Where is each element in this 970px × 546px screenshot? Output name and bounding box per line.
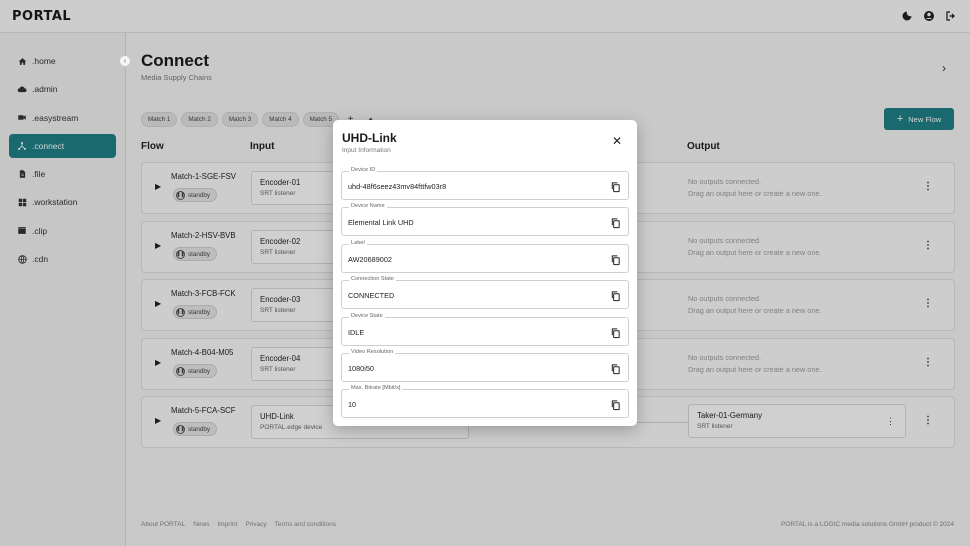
copy-icon[interactable] (610, 180, 622, 193)
field-label: Label (349, 240, 367, 246)
field-label: Max. Bitrate [Mbit/s] (349, 385, 403, 391)
field-value: Elemental Link UHD (348, 218, 414, 227)
field-label: Device State (349, 313, 385, 319)
field-value: AW20689002 (348, 255, 392, 264)
device-id-field[interactable]: Device ID uhd-48f6seez43mv84fttfw03r8 (341, 167, 629, 200)
field-value: CONNECTED (348, 291, 395, 300)
input-info-dialog: UHD-Link Input Information ✕ Device ID u… (333, 120, 637, 426)
video-resolution-field[interactable]: Video Resolution 1080i50 (341, 349, 629, 382)
copy-icon[interactable] (610, 398, 622, 411)
field-value: IDLE (348, 328, 365, 337)
field-label: Device ID (349, 167, 378, 173)
copy-icon[interactable] (610, 362, 622, 375)
field-value: 10 (348, 400, 357, 409)
copy-icon[interactable] (610, 289, 622, 302)
copy-icon[interactable] (610, 216, 622, 229)
field-label: Device Name (349, 203, 387, 209)
field-label: Video Resolution (349, 349, 396, 355)
sidebar-collapse-button[interactable]: ‹ (119, 55, 131, 67)
label-field[interactable]: Label AW20689002 (341, 240, 629, 273)
max-bitrate-field[interactable]: Max. Bitrate [Mbit/s] 10 (341, 385, 629, 418)
dialog-title: UHD-Link (342, 131, 397, 145)
copy-icon[interactable] (610, 326, 622, 339)
device-state-field[interactable]: Device State IDLE (341, 313, 629, 346)
field-label: Connection State (349, 276, 396, 282)
connection-state-field[interactable]: Connection State CONNECTED (341, 276, 629, 309)
device-name-field[interactable]: Device Name Elemental Link UHD (341, 203, 629, 236)
dialog-subtitle: Input Information (342, 147, 391, 154)
field-value: 1080i50 (348, 364, 374, 373)
close-icon[interactable]: ✕ (612, 134, 622, 148)
field-value: uhd-48f6seez43mv84fttfw03r8 (348, 182, 447, 191)
copy-icon[interactable] (610, 253, 622, 266)
